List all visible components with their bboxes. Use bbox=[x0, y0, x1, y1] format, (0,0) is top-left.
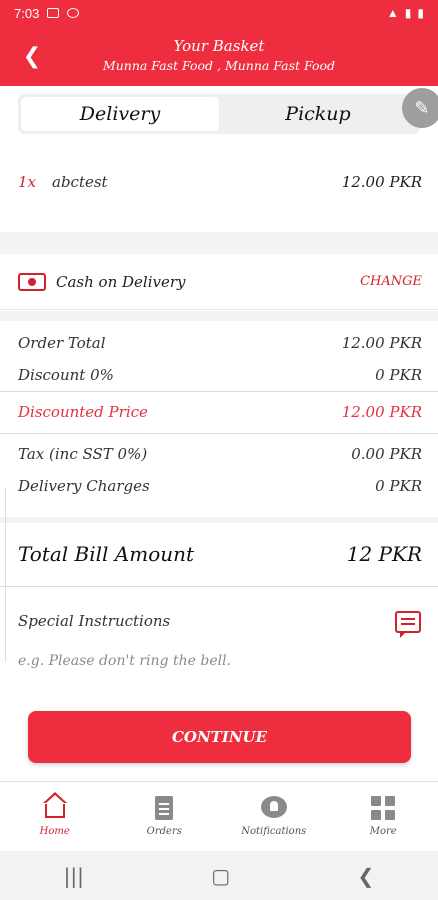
section-separator bbox=[0, 517, 438, 523]
tax-value: 0.00 PKR bbox=[351, 445, 422, 463]
delivery-charges-label: Delivery Charges bbox=[18, 477, 150, 495]
edit-pencil-icon[interactable]: ✎ bbox=[402, 88, 438, 128]
message-icon[interactable] bbox=[395, 611, 421, 638]
discounted-price-row: Discounted Price 12.00 PKR bbox=[18, 401, 422, 423]
item-quantity: 1x bbox=[18, 173, 37, 191]
order-total-row: Order Total 12.00 PKR bbox=[18, 332, 422, 354]
total-bill-value: 12 PKR bbox=[346, 542, 422, 566]
system-back-icon[interactable]: ❮ bbox=[358, 864, 375, 888]
basket-item: 1x abctest 12.00 PKR bbox=[18, 170, 422, 194]
total-bill-label: Total Bill Amount bbox=[18, 542, 195, 566]
delivery-charges-row: Delivery Charges 0 PKR bbox=[18, 475, 422, 497]
special-instructions-label: Special Instructions bbox=[18, 612, 171, 630]
discounted-price-label: Discounted Price bbox=[18, 403, 148, 421]
item-name: abctest bbox=[52, 173, 108, 191]
bottom-navigation: Home Orders Notifications More bbox=[0, 781, 438, 851]
nav-item-label: Home bbox=[39, 826, 70, 837]
section-separator bbox=[0, 311, 438, 321]
divider bbox=[0, 586, 438, 587]
order-total-value: 12.00 PKR bbox=[341, 334, 422, 352]
nav-item-notifications[interactable]: Notifications bbox=[219, 782, 329, 851]
nav-item-label: Orders bbox=[146, 826, 182, 837]
payment-method-label: Cash on Delivery bbox=[56, 272, 186, 291]
tab-pickup[interactable]: Pickup bbox=[219, 97, 417, 131]
nav-item-more[interactable]: More bbox=[329, 782, 438, 851]
discounted-price-value: 12.00 PKR bbox=[341, 403, 422, 421]
whatsapp-notification-icon bbox=[67, 8, 80, 18]
change-payment-button[interactable]: CHANGE bbox=[360, 274, 422, 289]
nav-item-home[interactable]: Home bbox=[0, 782, 110, 851]
divider bbox=[0, 391, 438, 392]
bell-icon bbox=[260, 796, 287, 820]
nav-item-label: Notifications bbox=[241, 826, 307, 837]
nav-item-label: More bbox=[369, 826, 397, 837]
restaurant-subtitle: Munna Fast Food , Munna Fast Food bbox=[102, 58, 336, 73]
discount-row: Discount 0% 0 PKR bbox=[18, 364, 422, 386]
special-instructions-input[interactable] bbox=[18, 648, 398, 674]
system-navigation-bar: ||| ▢ ❮ bbox=[0, 851, 438, 900]
edge-handle[interactable] bbox=[0, 487, 6, 662]
discount-value: 0 PKR bbox=[375, 366, 422, 384]
image-notification-icon bbox=[47, 8, 60, 18]
discount-label: Discount 0% bbox=[18, 366, 114, 384]
clipboard-icon bbox=[152, 796, 176, 820]
order-total-label: Order Total bbox=[18, 334, 106, 352]
tax-label: Tax (inc SST 0%) bbox=[18, 445, 148, 463]
order-type-toggle: Delivery Pickup bbox=[18, 94, 420, 134]
wifi-icon: ▲ bbox=[386, 6, 399, 20]
status-bar: 7:03 ▲ ▮ ▮ bbox=[0, 0, 438, 26]
payment-method-row: Cash on Delivery CHANGE bbox=[0, 254, 438, 310]
delivery-charges-value: 0 PKR bbox=[375, 477, 422, 495]
grid-icon bbox=[371, 796, 396, 820]
page-title: Your Basket bbox=[173, 37, 265, 55]
total-bill-row: Total Bill Amount 12 PKR bbox=[18, 538, 422, 570]
divider bbox=[0, 433, 438, 434]
app-header: ❮ Your Basket Munna Fast Food , Munna Fa… bbox=[0, 26, 438, 86]
tab-delivery[interactable]: Delivery bbox=[21, 97, 219, 131]
status-time: 7:03 bbox=[14, 5, 40, 21]
cash-icon bbox=[18, 272, 46, 291]
home-button-icon[interactable]: ▢ bbox=[211, 864, 230, 888]
tax-row: Tax (inc SST 0%) 0.00 PKR bbox=[18, 443, 422, 465]
nav-item-orders[interactable]: Orders bbox=[110, 782, 220, 851]
section-separator bbox=[0, 232, 438, 254]
battery-icon: ▮ bbox=[417, 6, 424, 20]
recent-apps-icon[interactable]: ||| bbox=[64, 864, 84, 888]
signal-icon: ▮ bbox=[404, 6, 412, 20]
home-icon bbox=[42, 792, 67, 820]
item-price: 12.00 PKR bbox=[341, 173, 422, 191]
continue-button[interactable]: CONTINUE bbox=[28, 711, 411, 763]
